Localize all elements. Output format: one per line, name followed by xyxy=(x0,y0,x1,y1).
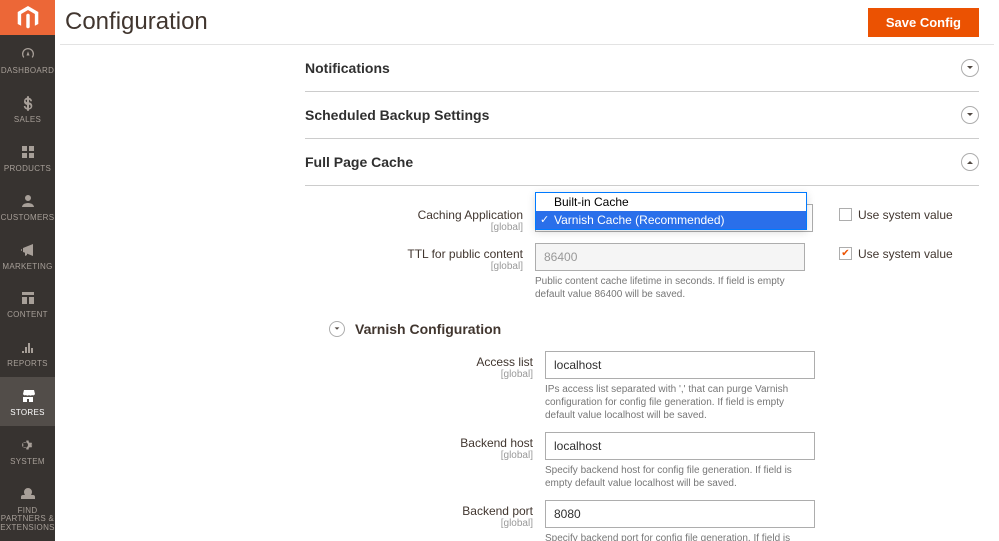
nav-reports[interactable]: REPORTS xyxy=(0,328,55,377)
nav-label: CUSTOMERS xyxy=(1,214,55,223)
nav-customers[interactable]: CUSTOMERS xyxy=(0,182,55,231)
content-icon xyxy=(20,289,36,307)
scope-label: [global] xyxy=(315,450,533,461)
access-list-label: Access list xyxy=(315,355,533,369)
scope-label: [global] xyxy=(305,261,523,272)
stores-icon xyxy=(20,387,36,405)
caching-application-dropdown[interactable]: Built-in Cache Varnish Cache (Recommende… xyxy=(535,192,807,230)
magento-logo-icon xyxy=(17,6,39,30)
nav-label: SYSTEM xyxy=(10,458,45,467)
nav-label: REPORTS xyxy=(7,360,48,369)
backend-port-label: Backend port xyxy=(315,504,533,518)
nav-stores[interactable]: STORES xyxy=(0,377,55,426)
backend-host-input[interactable] xyxy=(545,432,815,460)
backend-host-label: Backend host xyxy=(315,436,533,450)
ttl-label: TTL for public content xyxy=(305,247,523,261)
partners-icon xyxy=(20,485,36,503)
nav-system[interactable]: SYSTEM xyxy=(0,426,55,475)
scope-label: [global] xyxy=(315,369,533,380)
backend-port-help: Specify backend port for config file gen… xyxy=(545,532,815,541)
dropdown-option-builtin[interactable]: Built-in Cache xyxy=(536,193,806,211)
section-title: Scheduled Backup Settings xyxy=(305,107,961,123)
use-system-value-label: Use system value xyxy=(858,208,953,222)
dropdown-option-varnish[interactable]: Varnish Cache (Recommended) xyxy=(536,211,806,229)
nav-label: SALES xyxy=(14,116,41,125)
varnish-config-title: Varnish Configuration xyxy=(355,321,501,337)
nav-label: STORES xyxy=(10,409,45,418)
reports-icon xyxy=(20,338,36,356)
products-icon xyxy=(20,143,36,161)
nav-label: PRODUCTS xyxy=(4,165,51,174)
use-system-value-label: Use system value xyxy=(858,247,953,261)
scope-label: [global] xyxy=(315,518,533,529)
nav-sales[interactable]: SALES xyxy=(0,84,55,133)
nav-label: MARKETING xyxy=(2,263,52,272)
system-icon xyxy=(20,436,36,454)
page-title: Configuration xyxy=(65,8,208,36)
admin-sidebar: DASHBOARD SALES PRODUCTS CUSTOMERS MARKE… xyxy=(0,0,55,541)
save-config-button[interactable]: Save Config xyxy=(868,8,979,37)
section-full-page-cache[interactable]: Full Page Cache xyxy=(305,139,979,186)
nav-partners[interactable]: FIND PARTNERS & EXTENSIONS xyxy=(0,475,55,541)
access-list-input[interactable] xyxy=(545,351,815,379)
nav-content[interactable]: CONTENT xyxy=(0,279,55,328)
section-title: Full Page Cache xyxy=(305,154,961,170)
varnish-config-toggle[interactable]: Varnish Configuration xyxy=(305,311,979,351)
nav-label: FIND PARTNERS & EXTENSIONS xyxy=(0,507,55,533)
ttl-help-text: Public content cache lifetime in seconds… xyxy=(535,275,805,301)
use-system-value-checkbox[interactable]: ✔ xyxy=(839,247,852,260)
chevron-up-icon xyxy=(961,153,979,171)
marketing-icon xyxy=(20,241,36,259)
sales-icon xyxy=(20,94,36,112)
customers-icon xyxy=(20,192,36,210)
section-title: Notifications xyxy=(305,60,961,76)
magento-logo[interactable] xyxy=(0,0,55,35)
backend-port-input[interactable] xyxy=(545,500,815,528)
chevron-down-icon xyxy=(961,106,979,124)
nav-marketing[interactable]: MARKETING xyxy=(0,231,55,280)
nav-label: CONTENT xyxy=(7,311,48,320)
nav-dashboard[interactable]: DASHBOARD xyxy=(0,35,55,84)
section-scheduled-backup[interactable]: Scheduled Backup Settings xyxy=(305,92,979,139)
access-list-help: IPs access list separated with ',' that … xyxy=(545,383,815,422)
backend-host-help: Specify backend host for config file gen… xyxy=(545,464,815,490)
nav-label: DASHBOARD xyxy=(1,67,54,76)
use-system-value-checkbox[interactable] xyxy=(839,208,852,221)
section-notifications[interactable]: Notifications xyxy=(305,45,979,92)
dashboard-icon xyxy=(20,45,36,63)
chevron-down-icon xyxy=(961,59,979,77)
chevron-down-icon xyxy=(329,321,345,337)
scope-label: [global] xyxy=(305,222,523,233)
caching-application-label: Caching Application xyxy=(305,208,523,222)
nav-products[interactable]: PRODUCTS xyxy=(0,133,55,182)
ttl-input[interactable] xyxy=(535,243,805,271)
page-header: Configuration Save Config xyxy=(55,0,999,44)
